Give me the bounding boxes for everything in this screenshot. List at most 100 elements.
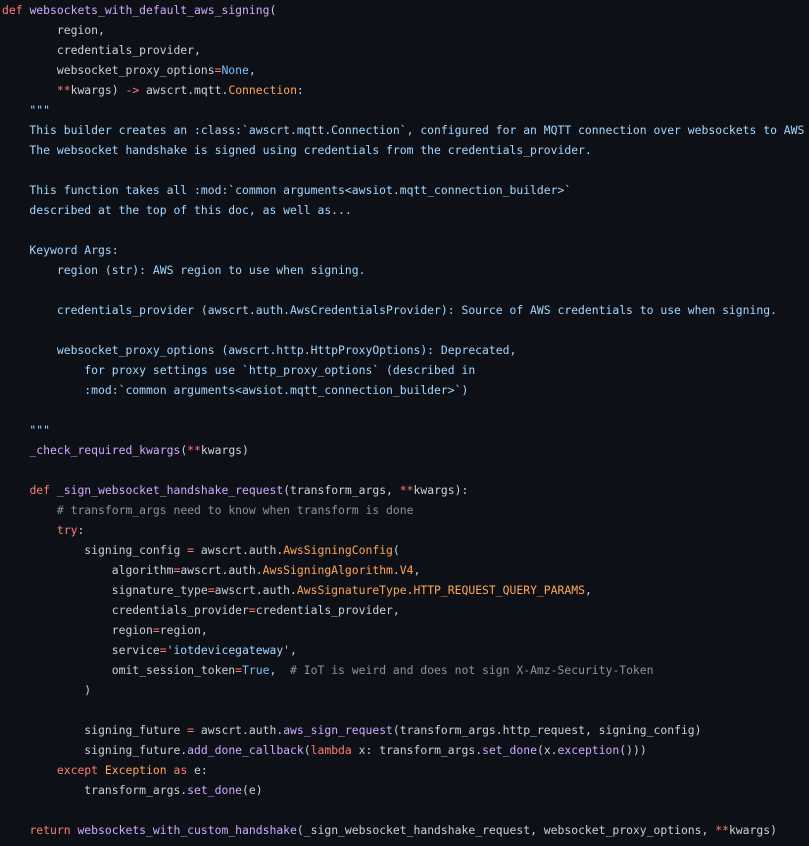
code-token: credentials_provider: [2, 603, 249, 617]
code-token: return: [29, 823, 71, 837]
code-token: def: [2, 3, 23, 17]
code-line: _check_required_kwargs(**kwargs): [2, 440, 249, 460]
code-line: credentials_provider=credentials_provide…: [2, 600, 400, 620]
code-token: """: [2, 423, 51, 437]
code-token: websockets_with_custom_handshake: [77, 823, 297, 837]
code-token: :mod:`common arguments<awsiot.mqtt_conne…: [2, 383, 469, 397]
code-token: **: [715, 823, 729, 837]
code-token: =: [159, 643, 167, 657]
code-token: as: [173, 763, 188, 777]
code-token: x: transform_args.: [351, 743, 483, 757]
code-line: except Exception as e:: [2, 760, 208, 780]
code-token: ,: [413, 563, 421, 577]
code-line: # transform_args need to know when trans…: [2, 500, 414, 520]
code-line: signing_future.add_done_callback(lambda …: [2, 740, 647, 760]
code-token: =: [248, 603, 256, 617]
code-token: kwargs): [200, 443, 249, 457]
code-line: ): [2, 680, 91, 700]
code-token: ,: [248, 63, 256, 77]
code-line: transform_args.set_done(e): [2, 780, 263, 800]
code-token: (: [303, 743, 311, 757]
code-line: websocket_proxy_options=None,: [2, 60, 256, 80]
code-token: awscrt.mqtt.: [139, 83, 229, 97]
code-token: **: [399, 483, 414, 497]
code-token: True: [242, 663, 270, 677]
code-token: =: [152, 623, 160, 637]
code-line: algorithm=awscrt.auth.AwsSigningAlgorith…: [2, 560, 421, 580]
code-token: exception: [557, 743, 620, 757]
code-token: credentials_provider,: [255, 603, 400, 617]
code-token: region,: [2, 23, 105, 37]
code-token: :: [296, 83, 304, 97]
code-token: kwargs): [70, 83, 126, 97]
code-token: .: [392, 563, 400, 577]
code-token: (transform_args.http_request, signing_co…: [392, 723, 702, 737]
code-token: **: [56, 83, 71, 97]
code-token: (e): [242, 783, 263, 797]
code-token: awscrt.auth.: [194, 543, 284, 557]
code-token: Keyword Args:: [2, 243, 119, 257]
code-line: return websockets_with_custom_handshake(…: [2, 820, 777, 840]
code-token: 'iotdevicegateway': [166, 643, 291, 657]
code-token: (: [392, 543, 400, 557]
code-line: described at the top of this doc, as wel…: [2, 200, 352, 220]
code-editor[interactable]: def websockets_with_default_aws_signing (…: [0, 0, 809, 846]
code-line: This function takes all :mod:`common arg…: [2, 180, 571, 200]
code-token: set_done: [482, 743, 537, 757]
code-token: awscrt.auth.: [194, 723, 284, 737]
code-line: service='iotdevicegateway',: [2, 640, 297, 660]
code-token: websocket_proxy_options: [2, 63, 215, 77]
code-token: AwsSignatureType: [296, 583, 407, 597]
code-line: try:: [2, 520, 84, 540]
code-token: ,: [269, 663, 291, 677]
code-token: region (str): AWS region to use when sig…: [2, 263, 366, 277]
code-token: awscrt.auth.: [214, 583, 297, 597]
code-line: The websocket handshake is signed using …: [2, 140, 592, 160]
code-token: except: [56, 763, 99, 777]
code-token: ): [2, 683, 92, 697]
code-token: Exception: [104, 763, 167, 777]
code-token: HTTP_REQUEST_QUERY_PARAMS: [413, 583, 585, 597]
code-line: **kwargs) -> awscrt.mqtt.Connection:: [2, 80, 304, 100]
code-line: for proxy settings use `http_proxy_optio…: [2, 360, 475, 380]
code-line: region (str): AWS region to use when sig…: [2, 260, 366, 280]
code-token: # transform_args need to know when trans…: [56, 503, 414, 517]
code-token: transform_args.: [2, 783, 188, 797]
code-line: region,: [2, 20, 105, 40]
code-token: _sign_websocket_handshake_request: [56, 483, 284, 497]
code-token: omit_session_token: [2, 663, 236, 677]
code-token: :: [77, 523, 85, 537]
code-token: websockets_with_default_aws_signing: [29, 3, 270, 17]
code-token: """: [2, 103, 51, 117]
code-token: =: [207, 583, 215, 597]
code-token: credentials_provider,: [2, 43, 201, 57]
code-token: kwargs):: [413, 483, 469, 497]
code-token: signing_future.: [2, 743, 188, 757]
code-token: =: [187, 723, 195, 737]
code-line: websocket_proxy_options (awscrt.http.Htt…: [2, 340, 516, 360]
code-line: signing_config = awscrt.auth.AwsSigningC…: [2, 540, 400, 560]
code-token: The websocket handshake is signed using …: [2, 143, 592, 157]
code-line: This builder creates an :class:`awscrt.m…: [2, 120, 809, 140]
code-token: ())): [619, 743, 647, 757]
code-token: signing_config: [2, 543, 188, 557]
code-token: try: [56, 523, 78, 537]
code-token: AwsSigningAlgorithm: [262, 563, 393, 577]
code-token: described at the top of this doc, as wel…: [2, 203, 352, 217]
code-token: ,: [584, 583, 592, 597]
code-line: signature_type=awscrt.auth.AwsSignatureT…: [2, 580, 592, 600]
code-token: ->: [125, 83, 140, 97]
code-token: lambda: [310, 743, 352, 757]
code-token: V4: [399, 563, 414, 577]
code-token: None: [221, 63, 249, 77]
code-line: signing_future = awscrt.auth.aws_sign_re…: [2, 720, 702, 740]
code-token: AwsSigningConfig: [283, 543, 393, 557]
